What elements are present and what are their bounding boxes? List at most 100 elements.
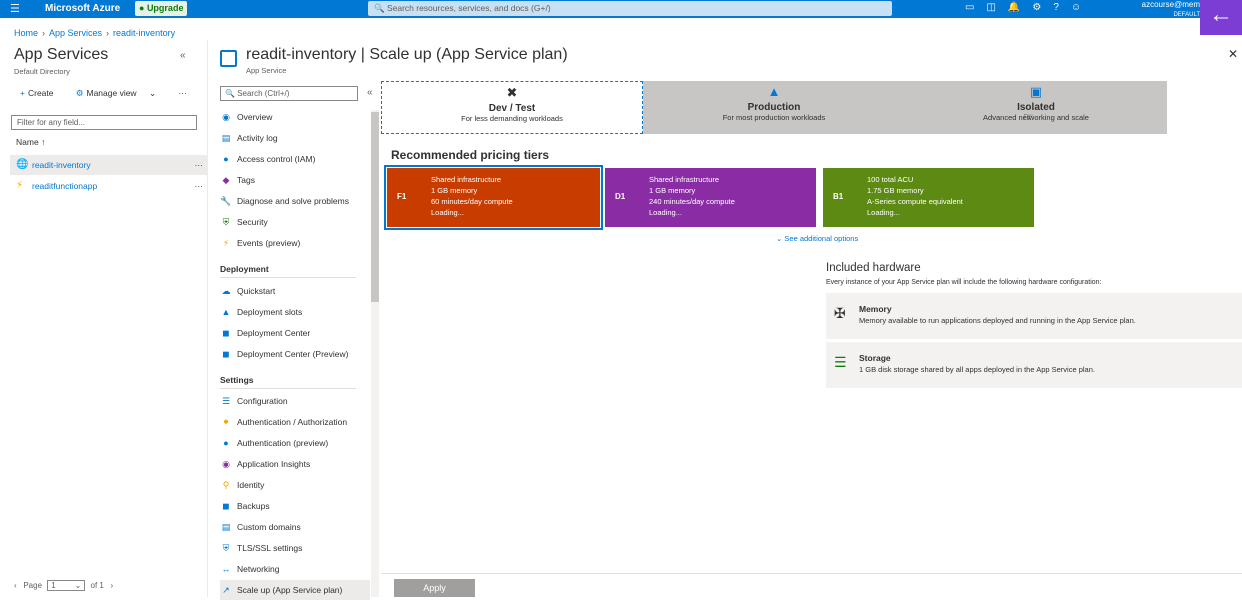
upgrade-button[interactable]: ● Upgrade [135,1,188,16]
spec-line: 1 GB memory [649,186,696,195]
more-icon[interactable]: ··· [178,88,187,98]
menu-search-input[interactable]: 🔍 Search (Ctrl+/) [220,86,358,101]
storage-icon: ☰ [834,354,847,370]
menu-item-access-control[interactable]: ● Access control (IAM) [220,149,370,169]
account-directory: DEFAULT [1173,12,1200,18]
hamburger-icon[interactable]: ☰ [10,2,20,15]
menu-item-auth[interactable]: ⚫ Authentication / Authorization [220,412,370,432]
menu-item-app-insights[interactable]: ◉ Application Insights [220,454,370,474]
global-search-placeholder: Search resources, services, and docs (G+… [386,3,551,13]
apply-button[interactable]: Apply [394,579,475,597]
blade-toolbar: + Create ⚙ Manage view ⌄ ··· [20,88,197,99]
breadcrumb-home[interactable]: Home [14,28,38,38]
menu-item-identity[interactable]: ⚲ Identity [220,475,370,495]
tier-name: Isolated [1017,102,1055,113]
domain-icon: ▤ [221,522,231,532]
menu-scrollbar-thumb[interactable] [371,112,379,302]
pricing-card-f1[interactable]: F1 Shared infrastructure 1 GB memory 60 … [384,165,603,230]
menu-item-overview[interactable]: ◉ Overview [220,107,370,127]
menu-item-tls-ssl[interactable]: ⛨ TLS/SSL settings [220,538,370,558]
menu-item-deployment-center-preview[interactable]: ◼ Deployment Center (Preview) [220,344,370,364]
more-icon[interactable]: ··· [195,155,204,175]
overview-icon: ◉ [222,112,230,122]
activity-log-icon: ▤ [221,133,231,143]
back-arrow-icon[interactable]: ← [1200,0,1242,35]
spec-line: Loading... [649,208,682,217]
menu-item-quickstart[interactable]: ☁ Quickstart [220,281,370,301]
tier-specs: Shared infrastructure 1 GB memory 240 mi… [649,174,735,218]
breadcrumb-app-services[interactable]: App Services [49,28,102,38]
menu-item-custom-domains[interactable]: ▤ Custom domains [220,517,370,537]
lightning-icon: ⚡ [222,238,230,248]
prev-page-icon[interactable]: ‹ [14,581,17,590]
manage-view-label: Manage view [86,88,137,98]
menu-item-deployment-slots[interactable]: ▲ Deployment slots [220,302,370,322]
menu-item-activity-log[interactable]: ▤ Activity log [220,128,370,148]
next-page-icon[interactable]: › [111,581,114,590]
see-additional-options-link[interactable]: ⌄ See additional options [776,234,858,243]
menu-item-label: Networking [237,564,280,574]
upgrade-label: Upgrade [146,3,184,13]
create-button[interactable]: + Create [20,88,63,98]
menu-item-label: Activity log [237,133,278,143]
spec-line: A-Series compute equivalent [867,197,963,206]
close-icon[interactable]: ✕ [1228,47,1238,61]
tier-code: B1 [833,192,844,201]
hardware-card-storage: ☰ Storage 1 GB disk storage shared by al… [826,342,1242,388]
menu-item-events[interactable]: ⚡ Events (preview) [220,233,370,253]
feedback-icon[interactable]: ☺ [1071,2,1093,13]
brand-label[interactable]: Microsoft Azure [45,3,120,14]
pager: ‹ Page 1 ⌄ of 1 › [14,580,113,591]
included-hardware-title: Included hardware [826,262,921,274]
collapse-menu-icon[interactable]: « [367,87,373,98]
menu-item-diagnose[interactable]: 🔧 Diagnose and solve problems [220,191,370,211]
menu-item-backups[interactable]: ◼ Backups [220,496,370,516]
directory-filter-icon[interactable]: ◫ [986,2,1007,13]
page-select[interactable]: 1 ⌄ [47,580,86,591]
notifications-icon[interactable]: 🔔 [1008,2,1032,13]
menu-item-networking[interactable]: ↔ Networking [220,559,370,579]
resource-row[interactable]: 🌐 readit-inventory ··· [10,155,207,175]
collapse-icon[interactable]: « [180,50,186,61]
tier-tab-production[interactable]: ▲ Production For most production workloa… [643,81,905,134]
people-icon: ● [223,154,229,164]
tier-tab-dev-test[interactable]: ✖ Dev / Test For less demanding workload… [381,81,643,134]
menu-item-auth-preview[interactable]: ● Authentication (preview) [220,433,370,453]
lightbulb-icon: ◉ [222,459,230,469]
pricing-card-d1[interactable]: D1 Shared infrastructure 1 GB memory 240… [605,168,816,227]
wrench-icon: 🔧 [220,196,232,206]
menu-item-scale-up[interactable]: ↗ Scale up (App Service plan) [220,580,370,600]
global-search-input[interactable]: 🔍 Search resources, services, and docs (… [368,1,892,16]
menu-item-configuration[interactable]: ☰ Configuration [220,391,370,411]
chevron-right-icon: › [106,28,110,38]
column-header-name[interactable]: Name ↑ [16,137,45,147]
more-icon[interactable]: ··· [195,176,204,196]
menu-item-tags[interactable]: ◆ Tags [220,170,370,190]
breadcrumb-resource[interactable]: readit-inventory [113,28,175,38]
menu-item-label: Diagnose and solve problems [237,196,349,206]
cloud-shell-icon[interactable]: ▭ [965,2,986,13]
manage-view-button[interactable]: ⚙ Manage view ⌄ [76,88,166,98]
resource-row[interactable]: ⚡ readitfunctionapp ··· [10,176,207,196]
spec-line: 240 minutes/day compute [649,197,735,206]
filter-input[interactable]: Filter for any field... [11,115,197,130]
help-icon[interactable]: ? [1053,2,1071,13]
resource-name[interactable]: readit-inventory [32,160,91,170]
menu-item-label: Deployment Center (Preview) [237,349,349,359]
account-menu[interactable]: azcourse@mem DEFAULT [1132,0,1200,20]
tier-code: D1 [615,192,626,201]
shield-lock-icon: ⛨ [222,543,230,553]
network-icon: ↔ [221,564,231,574]
person-icon: ● [223,438,229,448]
menu-item-label: Security [237,217,268,227]
topbar-icons: ▭◫🔔⚙?☺ [965,2,1093,13]
resource-name[interactable]: readitfunctionapp [32,181,97,191]
tier-specs: 100 total ACU 1.75 GB memory A-Series co… [867,174,963,218]
backup-icon: ◼ [222,501,230,511]
pricing-card-b1[interactable]: B1 100 total ACU 1.75 GB memory A-Series… [823,168,1034,227]
tier-tab-isolated[interactable]: ▣ Isolated Advanced networking and scale [905,81,1167,134]
settings-gear-icon[interactable]: ⚙ [1032,2,1053,13]
menu-search-placeholder: Search (Ctrl+/) [237,89,290,98]
menu-item-deployment-center[interactable]: ◼ Deployment Center [220,323,370,343]
menu-item-security[interactable]: ⛨ Security [220,212,370,232]
